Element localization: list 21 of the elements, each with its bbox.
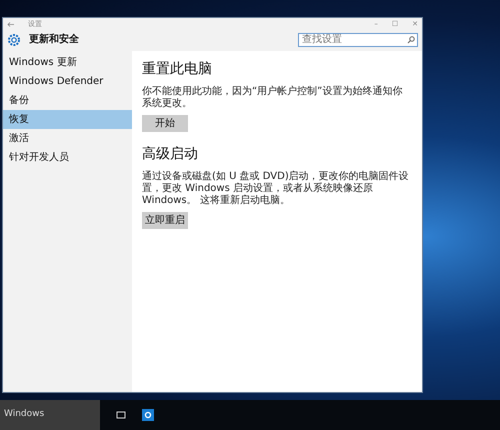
task-view-icon[interactable]	[116, 411, 126, 419]
action-button[interactable]: 开始	[142, 115, 188, 132]
taskbar-search-box[interactable]: Windows	[0, 400, 100, 430]
search-text: Windows	[4, 408, 44, 422]
sidebar-item[interactable]: Windows 更新	[3, 53, 132, 72]
settings-icon	[7, 32, 21, 46]
description-text: 你不能使用此功能，因为“用户帐户控制”设置为始终通知你系统更改。	[142, 86, 404, 110]
sidebar-item[interactable]: 激活	[3, 129, 132, 148]
sidebar-item[interactable]: 恢复	[3, 110, 132, 129]
sidebar-item[interactable]: 备份	[3, 91, 132, 110]
section-heading: 重置此电脑	[142, 60, 213, 79]
sidebar-item[interactable]: 针对开发人员	[3, 148, 132, 167]
settings-taskbar-icon[interactable]	[142, 409, 154, 421]
search-field[interactable]: 查找设置	[298, 32, 418, 46]
description-text: 通过设备或磁盘(如 U 盘或 DVD)启动，更改你的电脑固件设置，更改 Windows 启动设置，或者从系统映像还原 Windows。 这将重新启动电脑。	[142, 171, 410, 207]
search-icon	[407, 36, 415, 44]
sidebar-item[interactable]: Windows Defender	[3, 72, 132, 91]
action-button[interactable]: 立即重启	[142, 212, 188, 229]
back-arrow-icon[interactable]	[7, 22, 14, 26]
page-title: 更新和安全	[29, 32, 79, 47]
section-heading: 高级启动	[142, 145, 199, 164]
